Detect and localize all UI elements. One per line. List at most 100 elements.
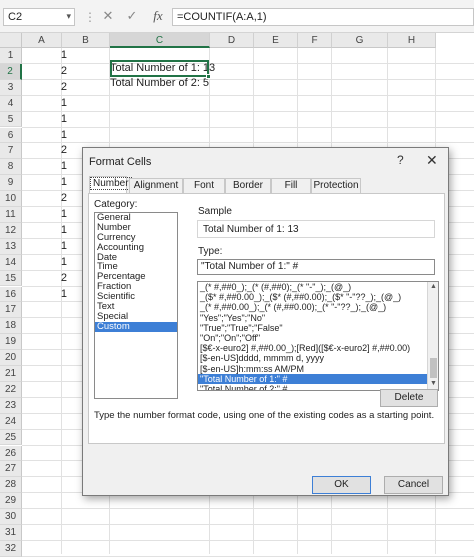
cell-a1[interactable]: 1 — [31, 48, 67, 64]
cell-a7[interactable]: 2 — [31, 143, 67, 159]
type-list-item[interactable]: _(* #,##0_);_(* (#,##0);_(* "-"_);_(@_) — [198, 282, 438, 292]
row-header-17[interactable]: 17 — [0, 302, 22, 319]
tab-protection[interactable]: Protection — [311, 178, 361, 193]
column-header-b[interactable]: B — [62, 33, 110, 48]
row-header-24[interactable]: 24 — [0, 413, 22, 430]
cell-a5[interactable]: 1 — [31, 112, 67, 128]
row-header-22[interactable]: 22 — [0, 381, 22, 398]
cell-a15[interactable]: 2 — [31, 271, 67, 287]
row-header-23[interactable]: 23 — [0, 397, 22, 414]
cell-a9[interactable]: 1 — [31, 175, 67, 191]
cell-a8[interactable]: 1 — [31, 159, 67, 175]
category-list[interactable]: General Number Currency Accounting Date Time P… — [94, 212, 178, 399]
cell-a12[interactable]: 1 — [31, 223, 67, 239]
ok-button[interactable]: OK — [312, 476, 371, 494]
cell-c3[interactable]: Total Number of 2: 5 — [110, 76, 209, 91]
type-list-item[interactable]: [$-en-US]h:mm:ss AM/PM — [198, 364, 438, 374]
row-header-4[interactable]: 4 — [0, 95, 22, 112]
cell-a6[interactable]: 1 — [31, 128, 67, 144]
delete-button[interactable]: Delete — [380, 389, 438, 407]
type-list-item[interactable]: "On";"On";"Off" — [198, 333, 438, 343]
row-header-31[interactable]: 31 — [0, 525, 22, 541]
row-header-14[interactable]: 14 — [0, 254, 22, 271]
enter-icon[interactable]: ✓ — [122, 8, 142, 26]
cell-a13[interactable]: 1 — [31, 239, 67, 255]
row-header-25[interactable]: 25 — [0, 429, 22, 446]
dialog-title: Format Cells — [89, 156, 152, 168]
category-item-custom[interactable]: Custom — [95, 321, 177, 332]
row-header-21[interactable]: 21 — [0, 366, 22, 382]
type-list[interactable]: _(* #,##0_);_(* (#,##0);_(* "-"_);_(@_) _… — [197, 281, 439, 391]
row-header-2[interactable]: 2 — [0, 63, 22, 80]
tab-alignment[interactable]: Alignment — [129, 178, 183, 193]
gridline-horizontal — [22, 62, 474, 64]
row-header-10[interactable]: 10 — [0, 191, 22, 207]
type-label: Type: — [198, 246, 223, 257]
row-header-27[interactable]: 27 — [0, 461, 22, 478]
row-header-3[interactable]: 3 — [0, 79, 22, 96]
row-header-15[interactable]: 15 — [0, 270, 22, 287]
tab-font[interactable]: Font — [183, 178, 225, 193]
cell-a2[interactable]: 2 — [31, 64, 67, 80]
row-header-9[interactable]: 9 — [0, 175, 22, 192]
cell-a14[interactable]: 1 — [31, 255, 67, 271]
column-header-c[interactable]: C — [110, 33, 210, 48]
tab-number[interactable]: Number — [89, 176, 132, 193]
close-icon[interactable]: ✕ — [426, 152, 438, 169]
row-header-1[interactable]: 1 — [0, 48, 22, 64]
cancel-button[interactable]: Cancel — [384, 476, 443, 494]
cell-a11[interactable]: 1 — [31, 207, 67, 223]
column-header-a[interactable]: A — [22, 33, 62, 48]
fill-handle[interactable] — [206, 74, 211, 79]
type-list-scrollbar[interactable]: ▲ ▼ — [427, 282, 438, 390]
scroll-down-icon[interactable]: ▼ — [430, 380, 437, 387]
row-header-12[interactable]: 12 — [0, 222, 22, 239]
column-header-f[interactable]: F — [298, 33, 332, 48]
column-header-h[interactable]: H — [388, 33, 436, 48]
row-header-11[interactable]: 11 — [0, 207, 22, 223]
type-list-item[interactable]: [$€-x-euro2] #,##0.00_);[Red]([$€-x-euro… — [198, 343, 438, 353]
row-header-8[interactable]: 8 — [0, 159, 22, 176]
type-input[interactable]: "Total Number of 1:" # — [197, 259, 435, 275]
type-list-item[interactable]: _(* #,##0.00_);_(* (#,##0.00);_(* "-"??_… — [198, 302, 438, 312]
row-header-18[interactable]: 18 — [0, 318, 22, 335]
row-header-19[interactable]: 19 — [0, 334, 22, 351]
scroll-up-icon[interactable]: ▲ — [430, 283, 437, 290]
insert-function-icon[interactable]: fx — [148, 8, 168, 26]
row-header-29[interactable]: 29 — [0, 493, 22, 510]
category-label: Category: — [94, 199, 138, 210]
cell-a16[interactable]: 1 — [31, 287, 67, 303]
cancel-icon[interactable]: ✕ — [98, 8, 118, 26]
select-all-corner[interactable] — [0, 33, 22, 48]
row-header-28[interactable]: 28 — [0, 477, 22, 494]
gridline-horizontal — [22, 94, 474, 96]
row-header-6[interactable]: 6 — [0, 127, 22, 144]
row-header-30[interactable]: 30 — [0, 509, 22, 525]
name-box[interactable]: C2 ▾ — [3, 8, 75, 26]
row-header-5[interactable]: 5 — [0, 111, 22, 128]
column-header-e[interactable]: E — [254, 33, 298, 48]
chevron-down-icon[interactable]: ▾ — [66, 11, 71, 22]
tab-fill[interactable]: Fill — [271, 178, 311, 193]
cell-a10[interactable]: 2 — [31, 191, 67, 207]
row-header-26[interactable]: 26 — [0, 445, 22, 462]
cell-a3[interactable]: 2 — [31, 80, 67, 96]
column-header-g[interactable]: G — [332, 33, 388, 48]
row-header-32[interactable]: 32 — [0, 540, 22, 557]
help-icon[interactable]: ? — [397, 153, 404, 167]
type-list-item[interactable]: "Total Number of 1:" # — [198, 373, 438, 384]
gridline-horizontal — [22, 508, 474, 510]
formula-input[interactable]: =COUNTIF(A:A,1) — [172, 8, 474, 26]
type-list-item[interactable]: "True";"True";"False" — [198, 323, 438, 333]
scroll-thumb[interactable] — [430, 358, 437, 378]
type-list-item[interactable]: _($* #,##0.00_);_($* (#,##0.00);_($* "-"… — [198, 292, 438, 302]
cell-a4[interactable]: 1 — [31, 96, 67, 112]
column-header-d[interactable]: D — [210, 33, 254, 48]
row-header-16[interactable]: 16 — [0, 286, 22, 303]
type-list-item[interactable]: [$-en-US]dddd, mmmm d, yyyy — [198, 353, 438, 363]
row-header-13[interactable]: 13 — [0, 238, 22, 255]
tab-border[interactable]: Border — [225, 178, 271, 193]
type-list-item[interactable]: "Yes";"Yes";"No" — [198, 313, 438, 323]
row-header-20[interactable]: 20 — [0, 350, 22, 366]
row-header-7[interactable]: 7 — [0, 143, 22, 160]
